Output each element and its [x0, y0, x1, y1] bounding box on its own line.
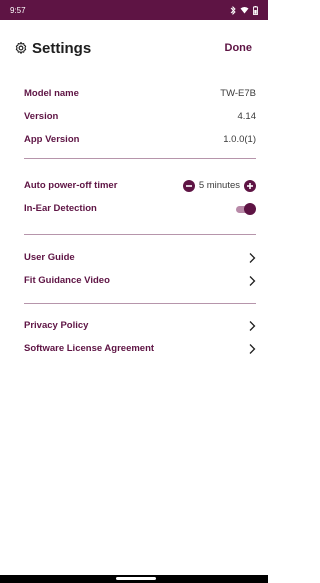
- fit-guidance-video-label: Fit Guidance Video: [24, 275, 110, 286]
- in-ear-detection-row: In-Ear Detection: [24, 197, 256, 220]
- app-version-row: App Version 1.0.0(1): [24, 128, 256, 151]
- model-name-label: Model name: [24, 88, 79, 99]
- app-version-label: App Version: [24, 134, 80, 145]
- status-icons: [230, 5, 258, 15]
- battery-icon: [253, 5, 258, 15]
- status-bar: 9:57: [0, 0, 268, 20]
- auto-power-off-label: Auto power-off timer: [24, 180, 118, 191]
- auto-power-off-stepper: 5 minutes: [182, 179, 256, 192]
- divider: [24, 303, 256, 304]
- home-indicator[interactable]: [116, 577, 156, 580]
- increase-timer-button[interactable]: [244, 179, 256, 192]
- in-ear-detection-label: In-Ear Detection: [24, 203, 97, 214]
- user-guide-label: User Guide: [24, 252, 75, 263]
- legal-section: Privacy Policy Software License Agreemen…: [24, 314, 256, 360]
- toggle-knob: [244, 202, 256, 215]
- in-ear-detection-toggle[interactable]: [236, 202, 256, 215]
- navigation-bar: [0, 575, 268, 583]
- auto-power-off-row: Auto power-off timer 5 minutes: [24, 174, 256, 197]
- privacy-policy-label: Privacy Policy: [24, 320, 89, 331]
- header-title-group: Settings: [14, 40, 91, 57]
- model-name-row: Model name TW-E7B: [24, 82, 256, 105]
- divider: [24, 158, 256, 159]
- page-title: Settings: [32, 39, 92, 57]
- version-value: 4.14: [237, 111, 257, 122]
- user-guide-item[interactable]: User Guide: [24, 246, 256, 269]
- bluetooth-icon: [230, 5, 236, 15]
- version-row: Version 4.14: [24, 105, 256, 128]
- chevron-right-icon: [249, 275, 256, 286]
- privacy-policy-item[interactable]: Privacy Policy: [24, 314, 256, 337]
- minus-icon: [185, 184, 192, 187]
- plus-icon: [247, 182, 253, 189]
- chevron-right-icon: [249, 252, 256, 263]
- fit-guidance-video-item[interactable]: Fit Guidance Video: [24, 269, 256, 292]
- device-info-section: Model name TW-E7B Version 4.14 App Versi…: [24, 82, 256, 151]
- divider: [24, 234, 256, 235]
- wifi-icon: [240, 7, 249, 14]
- chevron-right-icon: [249, 343, 256, 354]
- version-label: Version: [24, 111, 59, 122]
- decrease-timer-button[interactable]: [182, 179, 195, 192]
- software-license-item[interactable]: Software License Agreement: [24, 337, 256, 360]
- controls-section: Auto power-off timer 5 minutes In-Ear De…: [24, 174, 256, 220]
- gear-icon: [15, 41, 27, 54]
- app-version-value: 1.0.0(1): [223, 134, 256, 145]
- done-button[interactable]: Done: [225, 42, 253, 54]
- model-name-value: TW-E7B: [220, 88, 256, 99]
- status-time: 9:57: [10, 5, 26, 15]
- auto-power-off-value: 5 minutes: [198, 180, 240, 191]
- guides-section: User Guide Fit Guidance Video: [24, 246, 256, 292]
- software-license-label: Software License Agreement: [24, 343, 155, 354]
- header: Settings Done: [0, 20, 268, 76]
- chevron-right-icon: [249, 320, 256, 331]
